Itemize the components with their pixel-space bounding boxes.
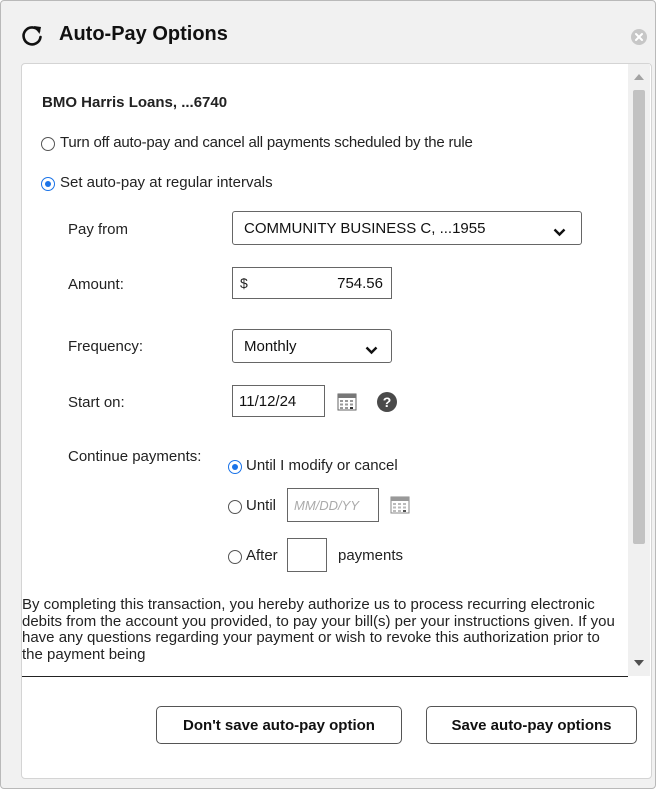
- currency-symbol: $: [240, 275, 248, 291]
- until-date-label[interactable]: Until: [246, 497, 276, 514]
- frequency-label: Frequency:: [68, 338, 144, 355]
- amount-label: Amount:: [68, 276, 124, 293]
- amount-input[interactable]: $ 754.56: [232, 267, 392, 299]
- after-radio[interactable]: [228, 550, 242, 564]
- until-date-placeholder: MM/DD/YY: [294, 498, 359, 513]
- turn-off-radio[interactable]: [41, 137, 55, 151]
- calendar-icon[interactable]: [390, 496, 410, 514]
- chevron-down-icon: [365, 342, 378, 360]
- scroll-thumb[interactable]: [633, 90, 645, 544]
- scroll-content[interactable]: BMO Harris Loans, ...6740 Turn off auto-…: [22, 64, 628, 676]
- authorization-text: By completing this transaction, you here…: [22, 596, 615, 663]
- after-count-input[interactable]: [287, 538, 327, 572]
- set-interval-label[interactable]: Set auto-pay at regular intervals: [60, 174, 273, 191]
- auto-pay-dialog: Auto-Pay Options BMO Harris Loans, ...67…: [0, 0, 656, 789]
- dialog-panel: BMO Harris Loans, ...6740 Turn off auto-…: [21, 63, 652, 779]
- scroll-up-icon[interactable]: [634, 74, 644, 80]
- until-modify-radio[interactable]: [228, 460, 242, 474]
- until-date-radio[interactable]: [228, 500, 242, 514]
- help-icon[interactable]: ?: [377, 392, 397, 412]
- amount-value: 754.56: [337, 275, 383, 292]
- start-date-input[interactable]: 11/12/24: [232, 385, 325, 417]
- refresh-icon[interactable]: [19, 23, 45, 49]
- pay-from-label: Pay from: [68, 221, 129, 238]
- dialog-titlebar: Auto-Pay Options: [1, 1, 655, 65]
- save-button[interactable]: Save auto-pay options: [426, 706, 637, 744]
- until-date-input[interactable]: MM/DD/YY: [287, 488, 379, 522]
- pay-from-value: COMMUNITY BUSINESS C, ...1955: [244, 220, 486, 237]
- account-name: BMO Harris Loans, ...6740: [42, 94, 228, 111]
- vertical-scrollbar[interactable]: [628, 64, 650, 676]
- content-divider: [22, 676, 628, 677]
- until-modify-label[interactable]: Until I modify or cancel: [246, 457, 398, 474]
- frequency-value: Monthly: [244, 338, 297, 355]
- start-date-value: 11/12/24: [239, 393, 297, 410]
- continue-payments-label: Continue payments:: [68, 448, 202, 465]
- turn-off-label[interactable]: Turn off auto-pay and cancel all payment…: [60, 134, 473, 151]
- scroll-down-icon[interactable]: [634, 660, 644, 666]
- close-icon[interactable]: [631, 29, 647, 45]
- chevron-down-icon: [553, 224, 566, 242]
- dialog-title: Auto-Pay Options: [59, 23, 228, 45]
- dont-save-button[interactable]: Don't save auto-pay option: [156, 706, 402, 744]
- calendar-icon[interactable]: [337, 393, 357, 411]
- frequency-select[interactable]: Monthly: [232, 329, 392, 363]
- after-label[interactable]: After: [246, 547, 278, 564]
- set-interval-radio[interactable]: [41, 177, 55, 191]
- start-on-label: Start on:: [68, 394, 125, 411]
- payments-suffix: payments: [338, 547, 404, 564]
- pay-from-select[interactable]: COMMUNITY BUSINESS C, ...1955: [232, 211, 582, 245]
